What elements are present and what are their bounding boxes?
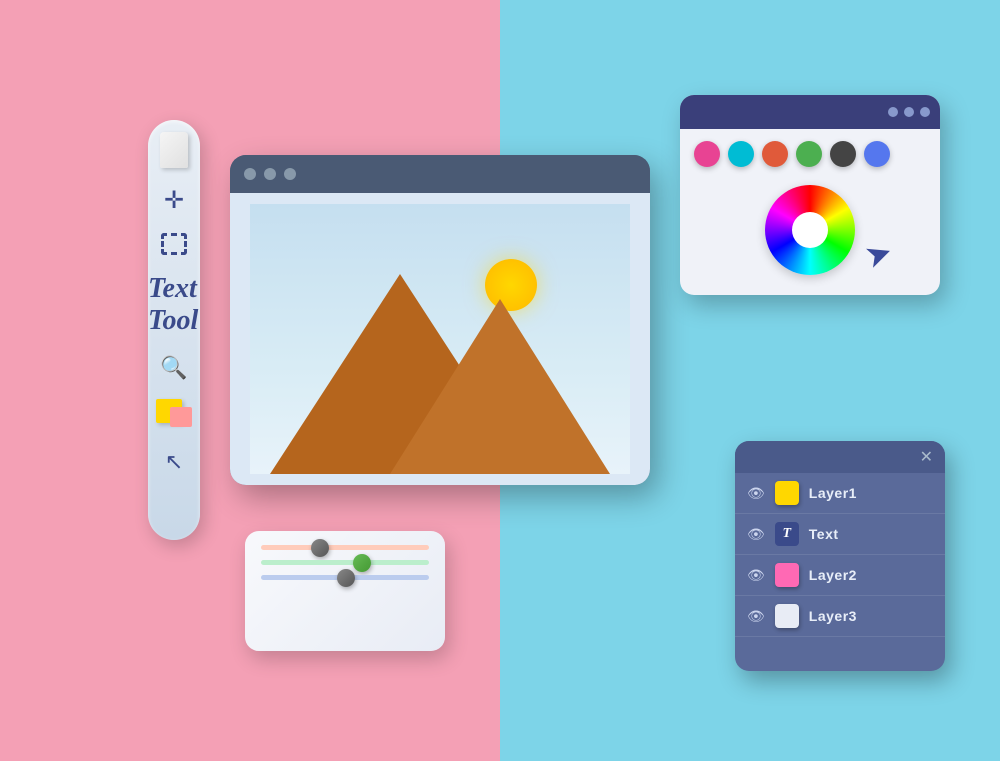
swatch-dark[interactable]	[830, 141, 856, 167]
browser-dot-3	[284, 168, 296, 180]
slider-track-red[interactable]	[261, 545, 429, 550]
toolbar: ✛ Text Tool 🔍 ↖	[148, 120, 200, 540]
slider-row-red	[261, 545, 429, 550]
mountain-right	[390, 299, 610, 474]
color-picker-titlebar	[680, 95, 940, 129]
color-picker-window: ➤	[680, 95, 940, 295]
layer-row-4[interactable]: 👁 Layer3	[735, 596, 945, 637]
sliders-panel	[245, 531, 445, 651]
color-wheel-inner	[792, 212, 828, 248]
layer-eye-icon-1: 👁	[747, 485, 765, 502]
color-picker-dot-3	[920, 107, 930, 117]
browser-titlebar	[230, 155, 650, 193]
layers-titlebar: ✕	[735, 441, 945, 473]
arrow-tool[interactable]: ↖	[165, 449, 183, 475]
cursor-icon: ➤	[859, 232, 897, 277]
slider-row-blue	[261, 575, 429, 580]
eraser-tool[interactable]	[160, 132, 188, 168]
swatch-red[interactable]	[762, 141, 788, 167]
sticky-note-pink	[170, 407, 192, 427]
search-tool[interactable]: 🔍	[160, 355, 187, 381]
color-picker-dot-1	[888, 107, 898, 117]
layer-name-2: Text	[809, 526, 839, 542]
swatch-pink[interactable]	[694, 141, 720, 167]
swatch-blue[interactable]	[864, 141, 890, 167]
move-icon: ✛	[164, 186, 184, 215]
browser-dot-1	[244, 168, 256, 180]
slider-thumb-green[interactable]	[353, 554, 371, 572]
layer-name-3: Layer2	[809, 567, 857, 583]
move-tool[interactable]: ✛	[164, 186, 184, 215]
layer-row-2[interactable]: 👁 T Text	[735, 514, 945, 555]
layer-color-3	[775, 563, 799, 587]
layer-name-1: Layer1	[809, 485, 857, 501]
layer-row-3[interactable]: 👁 Layer2	[735, 555, 945, 596]
layer-name-4: Layer3	[809, 608, 857, 624]
slider-track-blue[interactable]	[261, 575, 429, 580]
text-tool[interactable]: Text Tool	[148, 273, 200, 337]
layer-eye-icon-3: 👁	[747, 567, 765, 584]
slider-thumb-red[interactable]	[311, 539, 329, 557]
layer-color-1	[775, 481, 799, 505]
browser-dot-2	[264, 168, 276, 180]
layers-close-button[interactable]: ✕	[920, 447, 933, 467]
slider-row-green	[261, 560, 429, 565]
color-picker-dot-2	[904, 107, 914, 117]
browser-content	[230, 193, 650, 485]
select-tool[interactable]	[161, 233, 187, 255]
swatch-cyan[interactable]	[728, 141, 754, 167]
layer-row-1[interactable]: 👁 Layer1	[735, 473, 945, 514]
color-wheel[interactable]	[765, 185, 855, 275]
sticky-note-tool[interactable]	[156, 399, 192, 431]
layers-panel: ✕ 👁 Layer1 👁 T Text 👁 Layer2 👁 Layer3	[735, 441, 945, 671]
slider-thumb-blue[interactable]	[337, 569, 355, 587]
mountain-scene	[250, 204, 630, 474]
layer-text-icon: T	[775, 522, 799, 546]
layer-color-4	[775, 604, 799, 628]
swatch-green[interactable]	[796, 141, 822, 167]
slider-track-green[interactable]	[261, 560, 429, 565]
browser-window	[230, 155, 650, 485]
color-wheel-area[interactable]: ➤	[680, 175, 940, 285]
color-swatches	[680, 129, 940, 175]
layer-eye-icon-4: 👁	[747, 608, 765, 625]
layer-eye-icon-2: 👁	[747, 526, 765, 543]
